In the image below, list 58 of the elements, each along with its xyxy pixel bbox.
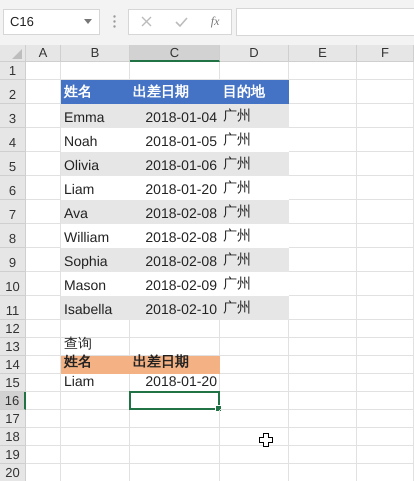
row-header[interactable]: 13 [0,338,26,356]
caret-icon [84,19,92,24]
row-header[interactable]: 4 [0,128,26,152]
cursor-icon [259,433,273,447]
column-header[interactable]: F [357,45,414,62]
row-header[interactable]: 6 [0,176,26,200]
row-header[interactable]: 8 [0,224,26,248]
table-cell[interactable]: 2018-01-04 [130,104,220,128]
table-cell[interactable]: 出差日期 [130,356,220,374]
table-cell[interactable]: 姓名 [61,80,130,104]
row-header[interactable]: 17 [0,410,26,428]
insert-function-button[interactable]: fx [210,14,220,29]
table-cell[interactable]: 广州 [220,200,289,224]
row-header[interactable]: 1 [0,62,26,80]
column-header[interactable]: E [289,45,357,62]
row-header[interactable]: 3 [0,104,26,128]
cancel-icon[interactable] [140,16,152,27]
table-cell[interactable]: 2018-01-20 [130,374,220,392]
name-box[interactable]: C16 [3,8,100,34]
row-header[interactable]: 7 [0,200,26,224]
table-cell[interactable]: Liam [61,374,130,392]
grip-icon [113,15,116,28]
row-header[interactable]: 20 [0,464,26,481]
table-cell[interactable]: 广州 [220,296,289,320]
row-header[interactable]: 16 [0,392,26,410]
column-header[interactable]: C [130,45,220,62]
formula-input[interactable] [236,8,414,36]
select-all-button[interactable] [0,45,26,62]
table-cell[interactable]: Sophia [61,248,130,272]
table-cell[interactable]: 2018-02-10 [130,296,220,320]
table-cell[interactable]: 广州 [220,248,289,272]
table-cell[interactable]: 2018-02-08 [130,200,220,224]
row-header[interactable]: 15 [0,374,26,392]
table-cell[interactable]: Ava [61,200,130,224]
table-cell[interactable]: Isabella [61,296,130,320]
table-cell[interactable]: 广州 [220,104,289,128]
table-cell[interactable]: 姓名 [61,356,130,374]
table-cell[interactable]: 2018-02-08 [130,248,220,272]
table-cell[interactable]: 广州 [220,152,289,176]
row-header[interactable]: 5 [0,152,26,176]
check-icon[interactable] [174,16,188,26]
column-header[interactable]: B [61,45,130,62]
row-header[interactable]: 11 [0,296,26,320]
row-header[interactable]: 18 [0,428,26,446]
table-cell[interactable]: 出差日期 [130,80,220,104]
table-cell[interactable]: 2018-01-06 [130,152,220,176]
column-header[interactable]: D [220,45,289,62]
corner-triangle-icon [12,49,22,59]
table-cell[interactable]: Olivia [61,152,130,176]
column-header[interactable]: A [26,45,61,62]
row-header[interactable]: 10 [0,272,26,296]
table-cell[interactable]: Emma [61,104,130,128]
row-header[interactable]: 14 [0,356,26,374]
table-cell[interactable]: 目的地 [220,80,289,104]
row-header[interactable]: 19 [0,446,26,464]
row-header[interactable]: 9 [0,248,26,272]
row-header[interactable]: 12 [0,320,26,338]
row-header[interactable]: 2 [0,80,26,104]
